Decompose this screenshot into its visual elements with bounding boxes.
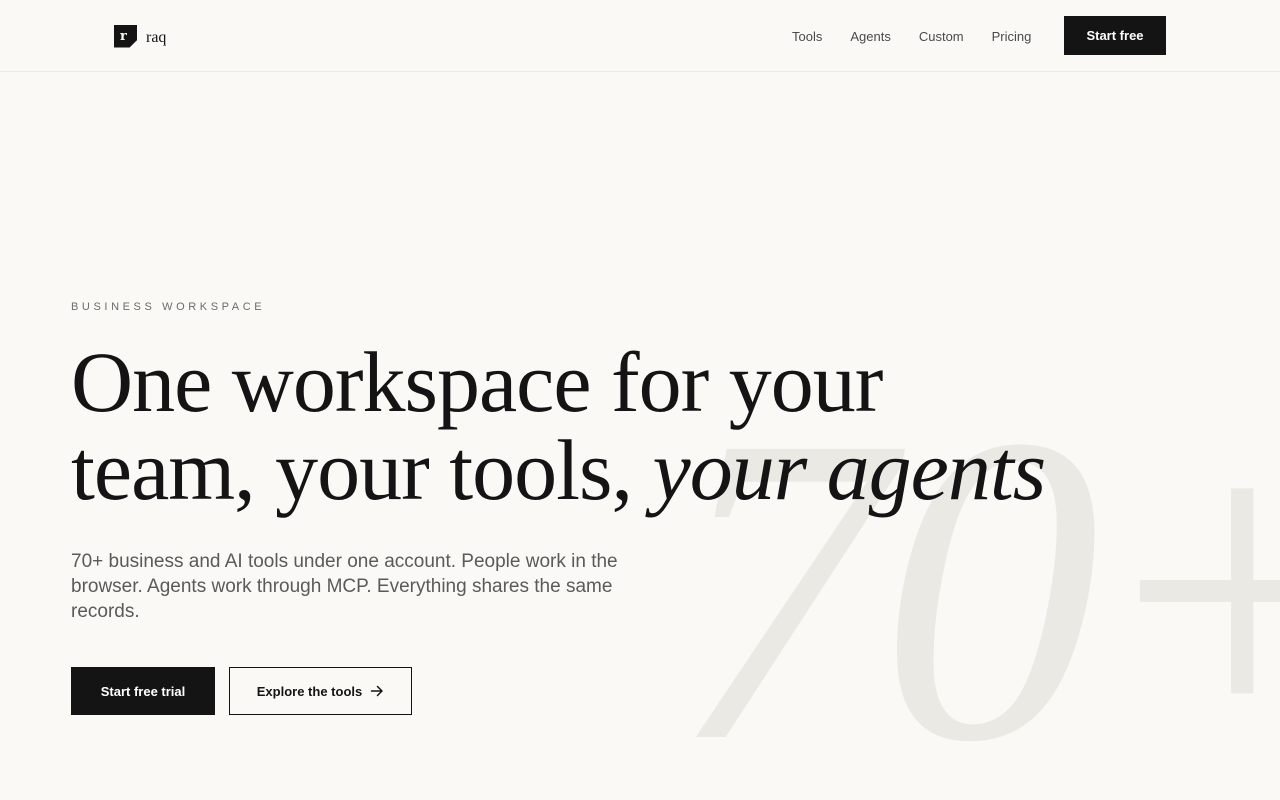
explore-tools-button[interactable]: Explore the tools — [229, 667, 412, 715]
start-free-button[interactable]: Start free — [1064, 16, 1166, 55]
logo-text: raq — [146, 29, 167, 46]
headline-italic: your agents — [652, 422, 1047, 518]
hero-headline: One workspace for your team, your tools,… — [71, 338, 1071, 514]
hero-subtitle: 70+ business and AI tools under one acco… — [71, 551, 618, 622]
arrow-right-icon — [370, 685, 383, 697]
page: r raq Tools Agents Custom Pricing Start … — [0, 0, 1280, 800]
logo-mark: r — [114, 24, 137, 48]
headline-line-1: One workspace for your — [71, 334, 883, 430]
headline-line-2: team, your tools, — [71, 422, 633, 518]
nav-link-agents[interactable]: Agents — [836, 29, 904, 44]
nav-link-pricing[interactable]: Pricing — [978, 29, 1046, 44]
hero-cta-row: Start free trial Explore the tools — [71, 667, 412, 715]
main-nav: Tools Agents Custom Pricing — [778, 0, 1045, 72]
logo-link[interactable]: r raq — [114, 24, 166, 48]
start-free-trial-button[interactable]: Start free trial — [71, 667, 215, 715]
hero-eyebrow: BUSINESS WORKSPACE — [71, 301, 266, 313]
top-navigation-bar: r raq Tools Agents Custom Pricing Start … — [0, 0, 1280, 72]
nav-link-tools[interactable]: Tools — [778, 29, 836, 44]
explore-tools-label: Explore the tools — [256, 683, 363, 699]
start-free-trial-label: Start free trial — [100, 683, 186, 699]
nav-link-custom[interactable]: Custom — [905, 29, 978, 44]
